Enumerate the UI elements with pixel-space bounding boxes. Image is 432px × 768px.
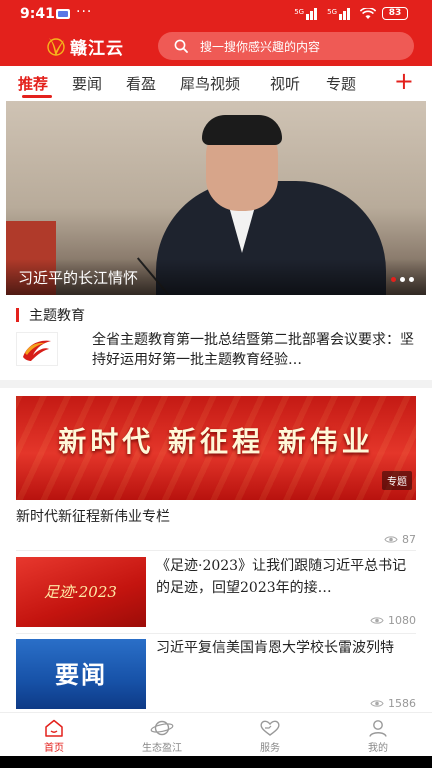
hero-image-hair	[202, 115, 282, 145]
theme-section-header: 主题教育	[16, 305, 85, 325]
news-title[interactable]: 《足迹·2023》让我们跟随习近平总书记的足迹，回望2023年的接…	[156, 555, 418, 599]
top-bar: 9:41 ··· 5G 5G 83 赣江云 搜一搜你感兴趣的内容	[0, 0, 432, 66]
banner-title[interactable]: 新时代新征程新伟业专栏	[16, 506, 170, 526]
banner-slogan: 新时代 新征程 新伟业	[58, 425, 374, 458]
view-count: 87	[384, 533, 416, 546]
tab-recommend[interactable]: 推荐	[18, 73, 48, 94]
section-divider	[0, 380, 432, 388]
view-count: 1586	[370, 697, 416, 710]
news-title[interactable]: 习近平复信美国肯恩大学校长雷波列特	[156, 637, 418, 681]
eye-icon	[384, 536, 398, 543]
wifi-icon	[360, 7, 376, 19]
nav-services[interactable]: 服务	[235, 719, 305, 754]
status-more-dots: ···	[76, 4, 93, 20]
signal-icon-2: 5G	[327, 7, 354, 20]
news-thumbnail[interactable]: 要闻	[16, 639, 146, 709]
carousel-dot	[400, 277, 405, 282]
topic-badge: 专题	[382, 471, 412, 490]
list-separator	[16, 633, 416, 634]
carousel-indicator	[391, 277, 414, 282]
status-indicators: 5G 5G 83	[294, 7, 408, 20]
eye-icon	[370, 617, 384, 624]
app-logo[interactable]: 赣江云	[46, 34, 124, 59]
hero-caption: 习近平的长江情怀	[18, 269, 139, 287]
section-accent-bar	[16, 308, 19, 322]
nav-home-label: 首页	[44, 743, 64, 754]
tab-kanying[interactable]: 看盈	[126, 73, 156, 94]
planet-icon	[150, 720, 174, 736]
heart-hands-icon	[260, 720, 280, 736]
theme-item-text: 全省主题教育第一批总结暨第二批部署会议要求：坚持好运用好第一批主题教育经验…	[92, 332, 414, 368]
eye-icon	[370, 700, 384, 707]
logo-text: 赣江云	[70, 39, 124, 59]
theme-news-item[interactable]: 全省主题教育第一批总结暨第二批部署会议要求：坚持好运用好第一批主题教育经验…	[16, 330, 420, 372]
view-count-value: 87	[402, 533, 416, 546]
nav-ecology-label: 生态盈江	[142, 743, 182, 754]
home-icon	[45, 719, 63, 737]
status-bar: 9:41 ··· 5G 5G 83	[0, 0, 432, 28]
section-title: 主题教育	[29, 308, 85, 324]
nav-home[interactable]: 首页	[19, 719, 89, 754]
flame-logo-icon	[23, 340, 51, 361]
theme-item-thumbnail	[16, 332, 58, 366]
status-time: 9:41	[20, 6, 55, 22]
tab-audiovisual[interactable]: 视听	[270, 73, 300, 94]
nav-profile[interactable]: 我的	[343, 719, 413, 754]
news-thumbnail[interactable]: 足迹·2023	[16, 557, 146, 627]
channel-tabs: 推荐 要闻 看盈 犀鸟视频 视听 专题 +	[0, 66, 432, 100]
message-notification-icon	[56, 9, 70, 19]
list-separator	[16, 550, 416, 551]
tab-topics[interactable]: 专题	[326, 73, 356, 94]
view-count-value: 1586	[388, 697, 416, 710]
search-icon	[174, 39, 188, 53]
add-channel-icon[interactable]: +	[394, 69, 414, 93]
nav-services-label: 服务	[260, 743, 280, 754]
carousel-dot-active	[391, 277, 396, 282]
bottom-navigation: 首页 生态盈江 服务 我的	[0, 712, 432, 756]
special-topic-banner[interactable]: 新时代 新征程 新伟业 专题	[16, 396, 416, 500]
active-tab-indicator	[22, 95, 52, 98]
view-count-value: 1080	[388, 614, 416, 627]
tab-hornbill-video[interactable]: 犀鸟视频	[180, 73, 240, 94]
user-icon	[369, 720, 387, 737]
tab-headlines[interactable]: 要闻	[72, 73, 102, 94]
thumbnail-text: 要闻	[55, 661, 107, 689]
signal-icon: 5G	[294, 7, 321, 20]
app-header: 赣江云 搜一搜你感兴趣的内容	[0, 28, 432, 66]
search-placeholder: 搜一搜你感兴趣的内容	[200, 39, 321, 54]
system-navigation-bar	[0, 756, 432, 768]
nav-ecology[interactable]: 生态盈江	[127, 719, 197, 754]
search-bar[interactable]: 搜一搜你感兴趣的内容	[158, 32, 414, 60]
thumbnail-text: 足迹·2023	[44, 583, 117, 601]
view-count: 1080	[370, 614, 416, 627]
nav-profile-label: 我的	[368, 743, 388, 754]
hero-carousel[interactable]: 习近平的长江情怀	[6, 101, 426, 295]
logo-icon	[47, 37, 65, 56]
battery-indicator: 83	[382, 7, 408, 20]
carousel-dot	[409, 277, 414, 282]
